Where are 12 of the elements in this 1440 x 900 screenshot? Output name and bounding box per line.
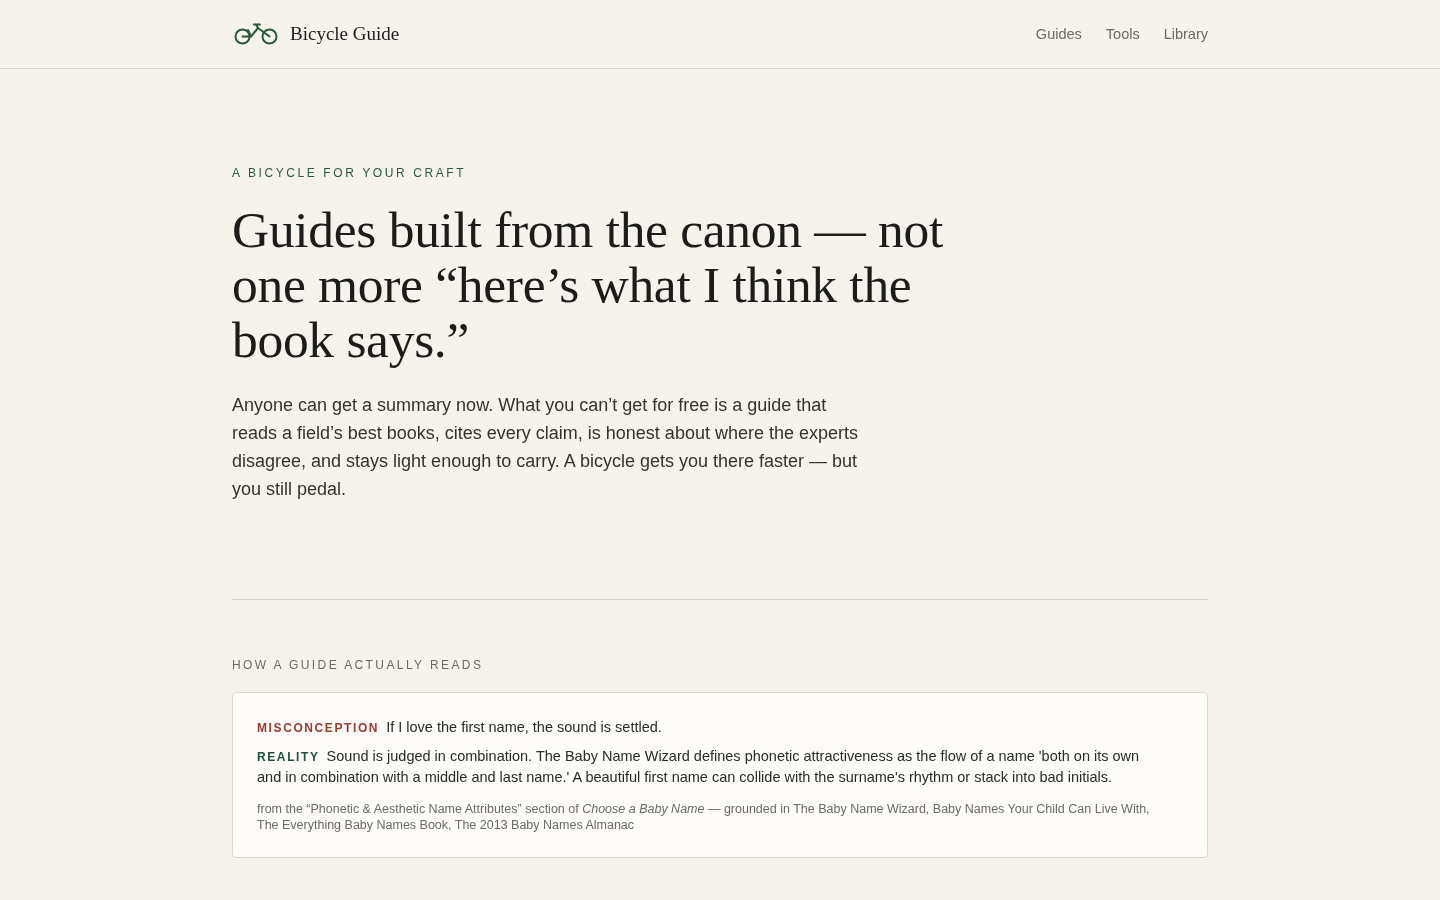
section-heading: HOW A GUIDE ACTUALLY READS [232,657,485,673]
nav-link[interactable]: Library [1163,26,1208,42]
reality-statement: REALITY Sound is judged in combination. The Baby Name Wizard defines phonetic attractiveness as the flow of a name 'both on its own and in combination with a middle and last name.' A beautiful first name can collide with the surname's rhythm or stack into bad initials. [257,747,1141,787]
eyebrow-text: A BICYCLE FOR YOUR CRAFT [232,165,468,181]
site-title[interactable]: Bicycle Guide [290,23,400,45]
source-note: from the “Phonetic & Aesthetic Name Attributes” section of Choose a Baby Name — grounded in The Baby Name Wizard, Baby Names Your Child Can Live With, The Everything Baby Names Book, The 2013 Baby Names Almanac [257,801,1151,833]
lead-paragraph: Anyone can get a summary now. What you can’t get for free is a guide that reads a field’s best books, cites every claim, is honest about where the experts disagree, and stays light enough to carry. A bicycle gets you there faster — but you still pedal. [232,394,859,501]
nav-link[interactable]: Guides [1035,26,1082,42]
nav-link[interactable]: Tools [1105,26,1140,42]
misconception-statement: MISCONCEPTION If I love the first name, the sound is settled. [257,718,663,737]
bicycle-icon [234,23,278,45]
headline: Guides built from the canon — not one more “here’s what I think the book says.” [232,202,944,367]
